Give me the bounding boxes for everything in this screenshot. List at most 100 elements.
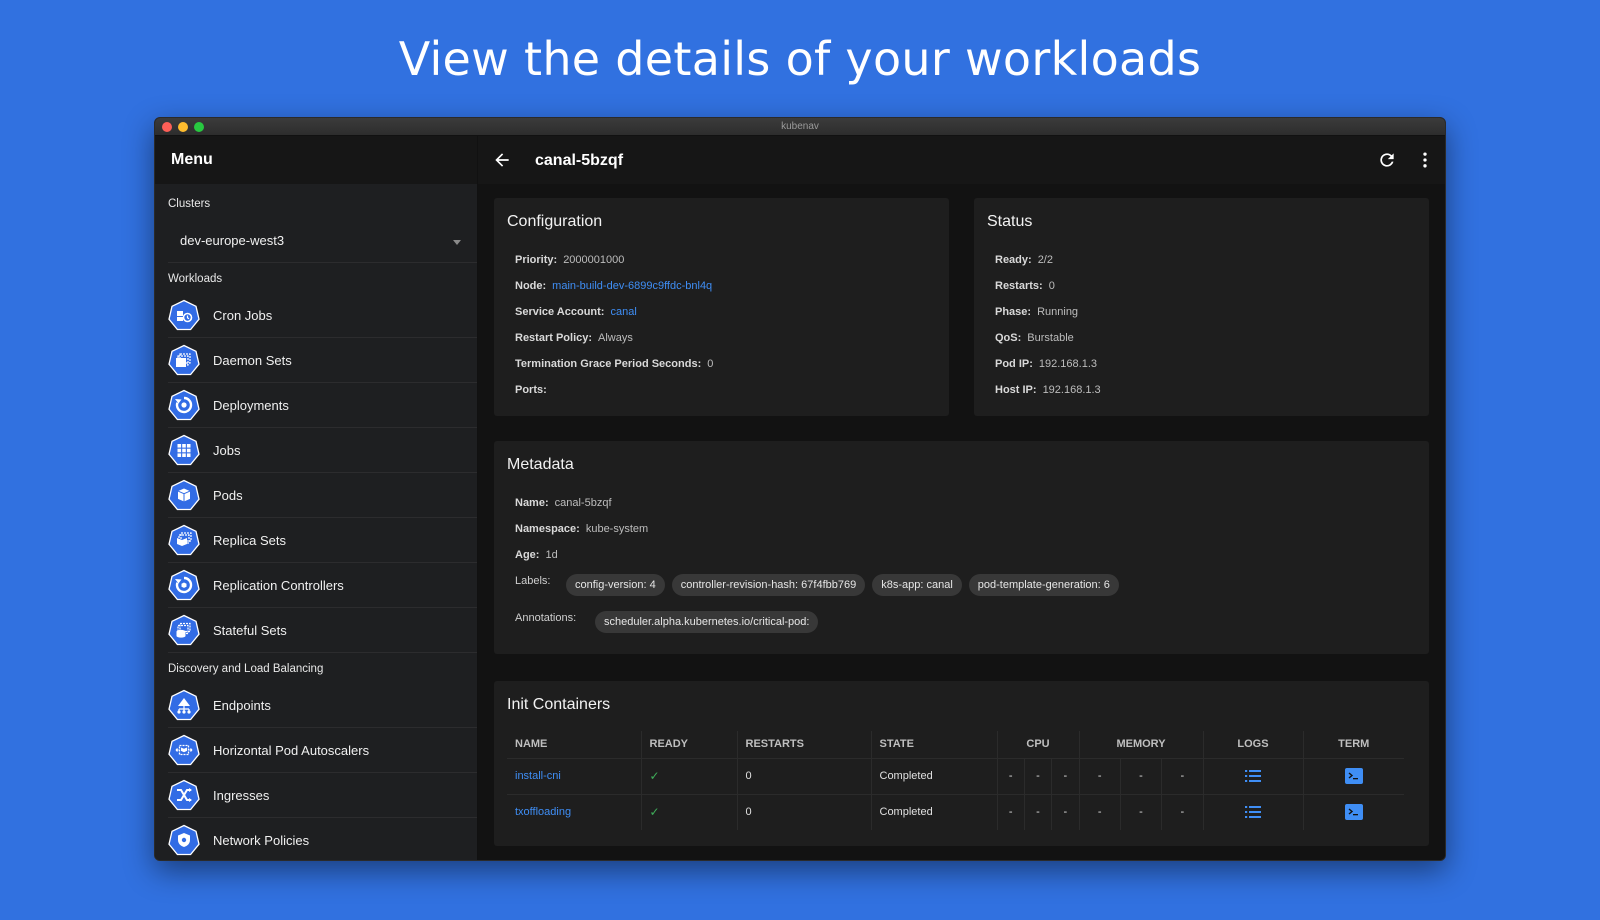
config-service-account-link[interactable]: canal	[610, 306, 636, 318]
metadata-age-row: Age: 1d	[515, 549, 558, 561]
more-vert-icon[interactable]	[1415, 150, 1435, 170]
sidebar-item-ingresses[interactable]: Ingresses	[168, 773, 477, 818]
cell-ready: ✓	[641, 758, 738, 795]
sidebar-menu-title: Menu	[155, 136, 477, 184]
cell-logs[interactable]	[1203, 758, 1304, 795]
metadata-labels-key: Labels:	[515, 575, 551, 587]
logs-list-icon[interactable]	[1245, 769, 1261, 783]
sidebar-item-pods[interactable]: Pods	[168, 473, 477, 518]
cell-cpu: -	[997, 794, 1025, 830]
config-termination-key: Termination Grace Period Seconds:	[515, 358, 702, 370]
cell-term[interactable]	[1303, 758, 1404, 795]
cell-name[interactable]: install-cni	[507, 758, 642, 795]
col-state-header[interactable]: STATE	[871, 731, 998, 759]
app-window: kubenav Menu Clusters dev-europe-west3 W…	[154, 117, 1446, 861]
config-ports-row: Ports:	[515, 384, 553, 396]
status-ready-key: Ready:	[995, 254, 1032, 266]
sidebar-item-label: Stateful Sets	[213, 622, 287, 638]
cell-term[interactable]	[1303, 794, 1404, 830]
cell-ready: ✓	[641, 794, 738, 830]
caret-down-icon	[453, 240, 461, 245]
cell-memory: -	[1161, 794, 1204, 830]
status-restarts-value: 0	[1048, 280, 1055, 292]
col-restarts-header[interactable]: RESTARTS	[737, 731, 872, 759]
sidebar-item-cron-jobs[interactable]: Cron Jobs	[168, 293, 477, 338]
status-ready-value: 2/2	[1037, 254, 1053, 266]
cell-memory: -	[1120, 794, 1163, 830]
metadata-name-value: canal-5bzqf	[554, 497, 612, 509]
sidebar-item-daemon-sets[interactable]: Daemon Sets	[168, 338, 477, 383]
page-headline: View the details of your workloads	[398, 32, 1202, 86]
config-priority-row: Priority: 2000001000	[515, 254, 624, 266]
sidebar-item-horizontal-pod-autoscalers[interactable]: Horizontal Pod Autoscalers	[168, 728, 477, 773]
sidebar-item-stateful-sets[interactable]: Stateful Sets	[168, 608, 477, 653]
terminal-icon[interactable]	[1344, 804, 1363, 821]
sidebar-item-replica-sets[interactable]: Replica Sets	[168, 518, 477, 563]
cell-restarts: 0	[737, 794, 872, 830]
config-ports-key: Ports:	[515, 384, 547, 396]
status-host-ip-row: Host IP: 192.168.1.3	[995, 384, 1101, 396]
col-logs-header: LOGS	[1203, 731, 1304, 759]
sidebar-item-jobs[interactable]: Jobs	[168, 428, 477, 473]
configuration-title: Configuration	[507, 213, 603, 230]
container-name-link[interactable]: install-cni	[515, 770, 561, 782]
status-qos-key: QoS:	[995, 332, 1022, 344]
sidebar-item-label: Ingresses	[213, 787, 270, 803]
logs-list-icon[interactable]	[1245, 805, 1261, 819]
col-ready-header[interactable]: READY	[641, 731, 738, 759]
status-host-ip-key: Host IP:	[995, 384, 1037, 396]
metadata-name-key: Name:	[515, 497, 549, 509]
metadata-namespace-key: Namespace:	[515, 523, 580, 535]
workloads-section-label: Workloads	[168, 273, 223, 285]
metadata-name-row: Name: canal-5bzqf	[515, 497, 612, 509]
config-service-account-row: Service Account: canal	[515, 306, 637, 318]
config-node-link[interactable]: main-build-dev-6899c9ffdc-bnl4q	[552, 280, 712, 292]
sidebar-item-replication-controllers[interactable]: Replication Controllers	[168, 563, 477, 608]
cell-memory: -	[1120, 758, 1163, 795]
workloads-list: Cron Jobs Daemon Sets Deployments Jobs Pods R…	[155, 293, 477, 653]
replicaset-icon	[168, 524, 200, 556]
status-phase-value: Running	[1037, 306, 1079, 318]
label-chip: k8s-app: canal	[872, 574, 962, 596]
sidebar-item-label: Pods	[213, 487, 243, 503]
status-ready-row: Ready: 2/2	[995, 254, 1053, 266]
col-cpu-header[interactable]: CPU	[997, 731, 1080, 759]
cluster-select-value: dev-europe-west3	[180, 233, 285, 248]
sidebar-item-network-policies[interactable]: Network Policies	[168, 818, 477, 860]
cronjob-icon	[168, 299, 200, 331]
container-name-link[interactable]: txoffloading	[515, 806, 571, 818]
discovery-section-label: Discovery and Load Balancing	[168, 663, 324, 675]
toolbar: canal-5bzqf	[478, 136, 1445, 184]
replicationcontroller-icon	[168, 569, 200, 601]
sidebar-item-label: Horizontal Pod Autoscalers	[213, 742, 370, 758]
metadata-annotations-key: Annotations:	[515, 612, 577, 624]
col-name-header[interactable]: NAME	[507, 731, 642, 759]
sidebar-item-label: Daemon Sets	[213, 352, 292, 368]
metadata-age-key: Age:	[515, 549, 540, 561]
col-memory-header[interactable]: MEMORY	[1079, 731, 1204, 759]
refresh-icon[interactable]	[1377, 150, 1397, 170]
config-restart-policy-key: Restart Policy:	[515, 332, 593, 344]
back-arrow-icon[interactable]	[492, 150, 512, 170]
cell-cpu: -	[997, 758, 1025, 795]
job-icon	[168, 434, 200, 466]
status-restarts-key: Restarts:	[995, 280, 1043, 292]
cell-logs[interactable]	[1203, 794, 1304, 830]
cell-cpu: -	[1051, 758, 1080, 795]
terminal-icon[interactable]	[1344, 768, 1363, 784]
cell-memory: -	[1079, 758, 1121, 795]
page-title: canal-5bzqf	[535, 152, 624, 169]
status-card: Status Ready: 2/2 Restarts: 0 Phase: Runnin…	[974, 198, 1429, 416]
cell-name[interactable]: txoffloading	[507, 794, 642, 830]
config-priority-key: Priority:	[515, 254, 558, 266]
metadata-namespace-row: Namespace: kube-system	[515, 523, 648, 535]
statefulset-icon	[168, 614, 200, 646]
metadata-namespace-value: kube-system	[585, 523, 649, 535]
sidebar-item-endpoints[interactable]: Endpoints	[168, 683, 477, 728]
cluster-select[interactable]: dev-europe-west3	[168, 218, 477, 263]
status-restarts-row: Restarts: 0	[995, 280, 1055, 292]
sidebar-item-deployments[interactable]: Deployments	[168, 383, 477, 428]
sidebar: Menu Clusters dev-europe-west3 Workloads…	[155, 136, 478, 860]
status-title: Status	[987, 213, 1033, 230]
check-icon: ✓	[649, 805, 660, 820]
